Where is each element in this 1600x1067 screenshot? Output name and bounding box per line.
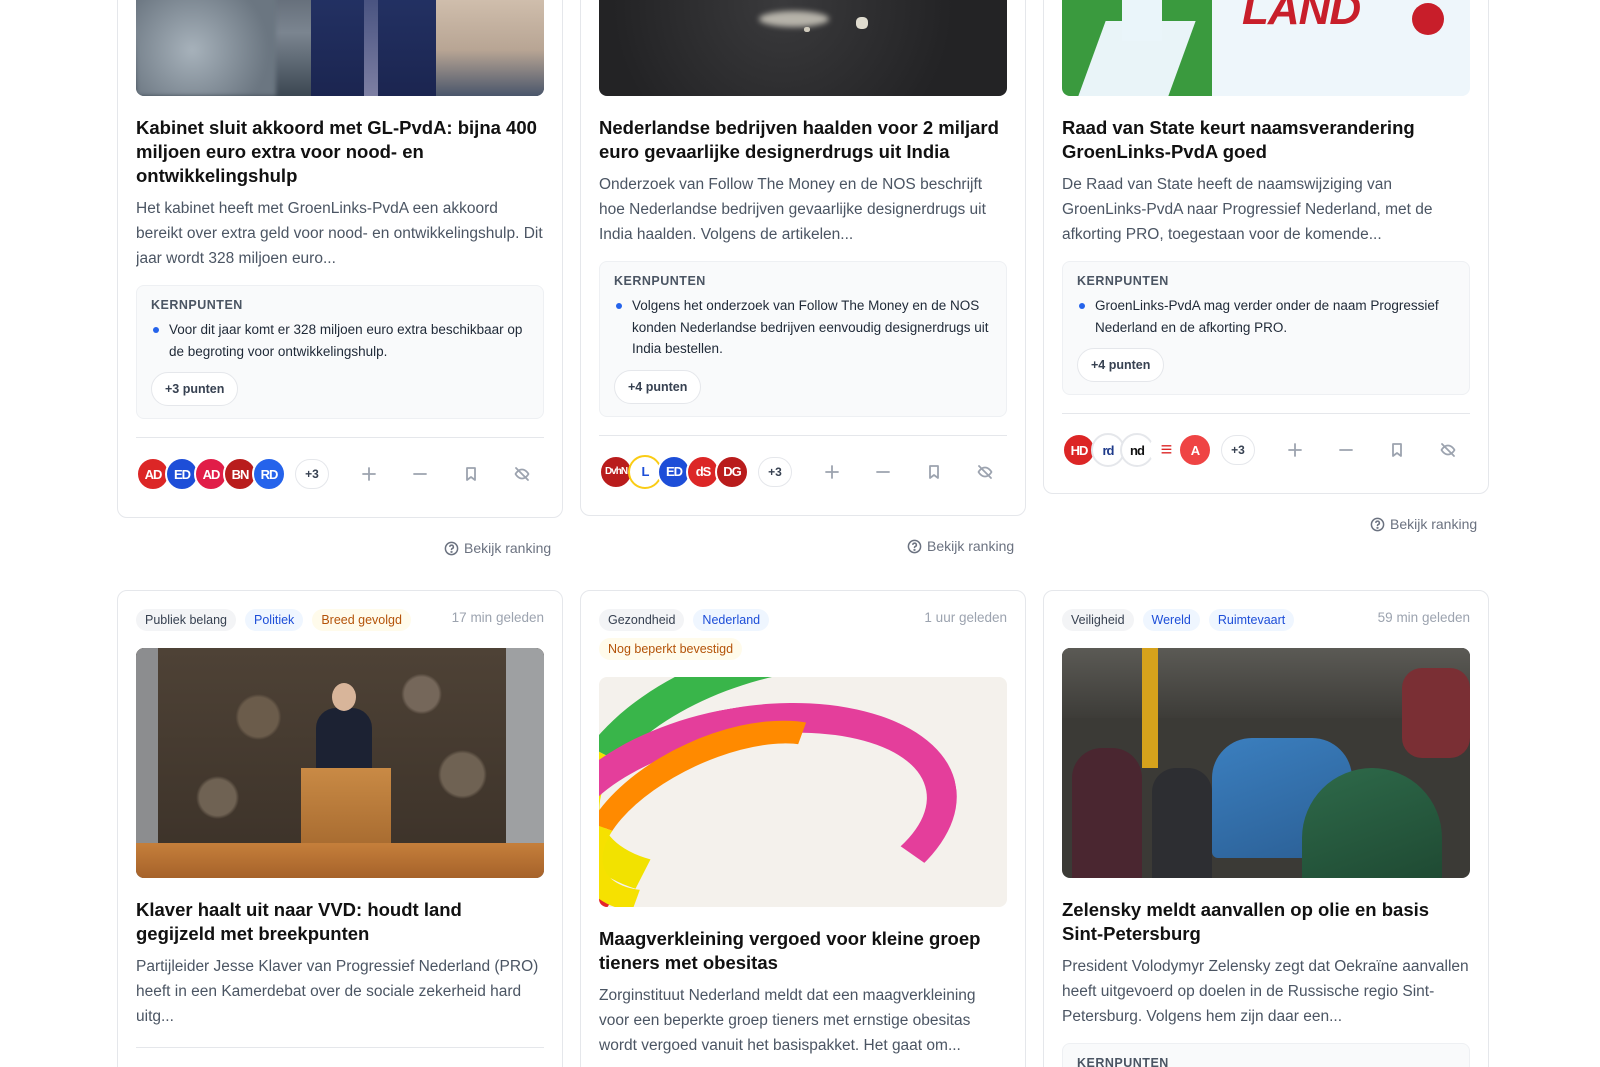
help-icon	[1370, 517, 1385, 531]
news-card[interactable]: LAND Raad van State keurt naamsveranderi…	[1043, 0, 1489, 494]
news-card[interactable]: Kabinet sluit akkoord met GL-PvdA: bijna…	[117, 0, 563, 518]
more-points-button[interactable]: +3 punten	[151, 372, 239, 406]
article-image[interactable]	[1062, 648, 1470, 878]
tag-status: Nog beperkt bevestigd	[599, 638, 743, 660]
tag-topic[interactable]: Politiek	[245, 609, 304, 631]
news-card[interactable]: Gezondheid Nederland Nog beperkt bevesti…	[580, 590, 1026, 1067]
article-title[interactable]: Zelensky meldt aanvallen op olie en basi…	[1062, 898, 1470, 946]
hide-icon[interactable]	[511, 463, 533, 485]
bullet-icon	[616, 303, 622, 309]
more-points-button[interactable]: +4 punten	[614, 369, 702, 404]
article-summary: Zorginstituut Nederland meldt dat een ma…	[599, 987, 976, 1054]
tag-status: Breed gevolgd	[312, 609, 411, 631]
card-footer	[136, 1048, 544, 1067]
card-footer: AD ED AD BN RD +3	[136, 438, 544, 510]
article-image[interactable]	[599, 677, 1007, 907]
hide-icon[interactable]	[974, 461, 996, 483]
ranking-label[interactable]: Bekijk ranking	[1390, 516, 1477, 532]
bullet-icon	[153, 327, 159, 333]
more-sources-button[interactable]: +3	[1221, 435, 1255, 465]
keypoint-text: Volgens het onderzoek van Follow The Mon…	[632, 298, 989, 356]
bullet-icon	[1079, 303, 1085, 309]
keypoints-heading: KERNPUNTEN	[1077, 1056, 1169, 1067]
more-sources-button[interactable]: +3	[295, 459, 329, 489]
timestamp: 59 min geleden	[1377, 610, 1470, 625]
tag-topic[interactable]: Nederland	[693, 609, 770, 631]
source-logo[interactable]: DG	[715, 454, 749, 489]
article-summary: Partijleider Jesse Klaver van Progressie…	[136, 958, 539, 1025]
plus-icon[interactable]	[358, 463, 380, 485]
article-summary: Onderzoek van Follow The Money en de NOS…	[599, 176, 986, 243]
bookmark-icon[interactable]	[460, 463, 482, 485]
article-image[interactable]: LAND	[1062, 0, 1470, 96]
hide-icon[interactable]	[1437, 439, 1459, 461]
keypoints-box: KERNPUNTEN	[1062, 1043, 1470, 1067]
article-summary: De Raad van State heeft de naamswijzigin…	[1062, 176, 1433, 243]
article-title[interactable]: Kabinet sluit akkoord met GL-PvdA: bijna…	[136, 116, 544, 188]
keypoints-box: KERNPUNTEN Volgens het onderzoek van Fol…	[599, 261, 1007, 417]
plus-icon[interactable]	[1284, 439, 1306, 461]
ranking-label[interactable]: Bekijk ranking	[927, 538, 1014, 554]
keypoint-item: GroenLinks-PvdA mag verder onder de naam…	[1077, 295, 1455, 338]
keypoints-heading: KERNPUNTEN	[151, 298, 243, 312]
source-logos[interactable]: DvhN L ED dS DG	[599, 454, 749, 489]
tag-list: Publiek belang Politiek Breed gevolgd	[136, 591, 436, 638]
article-summary: Het kabinet heeft met GroenLinks-PvdA ee…	[136, 200, 543, 267]
article-title[interactable]: Klaver haalt uit naar VVD: houdt land ge…	[136, 898, 544, 946]
plus-icon[interactable]	[821, 461, 843, 483]
bookmark-icon[interactable]	[923, 461, 945, 483]
tag-category[interactable]: Publiek belang	[136, 609, 237, 631]
article-image[interactable]	[599, 0, 1007, 96]
tag-category[interactable]: Gezondheid	[599, 609, 685, 631]
keypoint-item: Volgens het onderzoek van Follow The Mon…	[614, 295, 992, 360]
news-card[interactable]: Nederlandse bedrijven haalden voor 2 mil…	[580, 0, 1026, 516]
bookmark-icon[interactable]	[1386, 439, 1408, 461]
ranking-label[interactable]: Bekijk ranking	[464, 540, 551, 556]
timestamp: 17 min geleden	[451, 610, 544, 625]
source-logos[interactable]: HD rd nd ≡ A	[1062, 433, 1212, 467]
tag-list: Veiligheid Wereld Ruimtevaart	[1062, 591, 1362, 638]
keypoint-item: Voor dit jaar komt er 328 miljoen euro e…	[151, 319, 529, 362]
minus-icon[interactable]	[1335, 439, 1357, 461]
article-image[interactable]	[136, 0, 544, 96]
keypoint-text: Voor dit jaar komt er 328 miljoen euro e…	[169, 322, 523, 359]
article-title[interactable]: Maagverkleining vergoed voor kleine groe…	[599, 927, 1007, 975]
minus-icon[interactable]	[409, 463, 431, 485]
card-footer: HD rd nd ≡ A +3	[1062, 414, 1470, 486]
more-points-button[interactable]: +4 punten	[1077, 348, 1165, 382]
timestamp: 1 uur geleden	[924, 610, 1007, 625]
minus-icon[interactable]	[872, 461, 894, 483]
tag-category[interactable]: Veiligheid	[1062, 609, 1134, 631]
ranking-link[interactable]: Bekijk ranking	[1370, 516, 1477, 532]
more-sources-button[interactable]: +3	[758, 456, 792, 487]
tag-topic[interactable]: Wereld	[1142, 609, 1200, 631]
keypoints-box: KERNPUNTEN GroenLinks-PvdA mag verder on…	[1062, 261, 1470, 395]
keypoints-heading: KERNPUNTEN	[1077, 274, 1169, 288]
keypoints-heading: KERNPUNTEN	[614, 274, 706, 288]
article-image[interactable]	[136, 648, 544, 878]
source-logo[interactable]: RD	[252, 457, 286, 491]
tag-topic[interactable]: Ruimtevaart	[1208, 609, 1295, 631]
tag-list: Gezondheid Nederland Nog beperkt bevesti…	[599, 591, 899, 667]
card-footer: DvhN L ED dS DG +3	[599, 436, 1007, 508]
help-icon	[907, 539, 922, 553]
keypoint-text: GroenLinks-PvdA mag verder onder de naam…	[1095, 298, 1439, 335]
ranking-link[interactable]: Bekijk ranking	[907, 538, 1014, 554]
news-card[interactable]: Publiek belang Politiek Breed gevolgd 17…	[117, 590, 563, 1067]
help-icon	[444, 541, 459, 555]
source-logo[interactable]: A	[1178, 433, 1212, 467]
news-card[interactable]: Veiligheid Wereld Ruimtevaart 59 min gel…	[1043, 590, 1489, 1067]
keypoints-box: KERNPUNTEN Voor dit jaar komt er 328 mil…	[136, 285, 544, 419]
article-summary: President Volodymyr Zelensky zegt dat Oe…	[1062, 958, 1469, 1025]
article-title[interactable]: Raad van State keurt naamsverandering Gr…	[1062, 116, 1470, 164]
article-title[interactable]: Nederlandse bedrijven haalden voor 2 mil…	[599, 116, 1007, 164]
source-logos[interactable]: AD ED AD BN RD	[136, 457, 286, 491]
ranking-link[interactable]: Bekijk ranking	[444, 540, 551, 556]
